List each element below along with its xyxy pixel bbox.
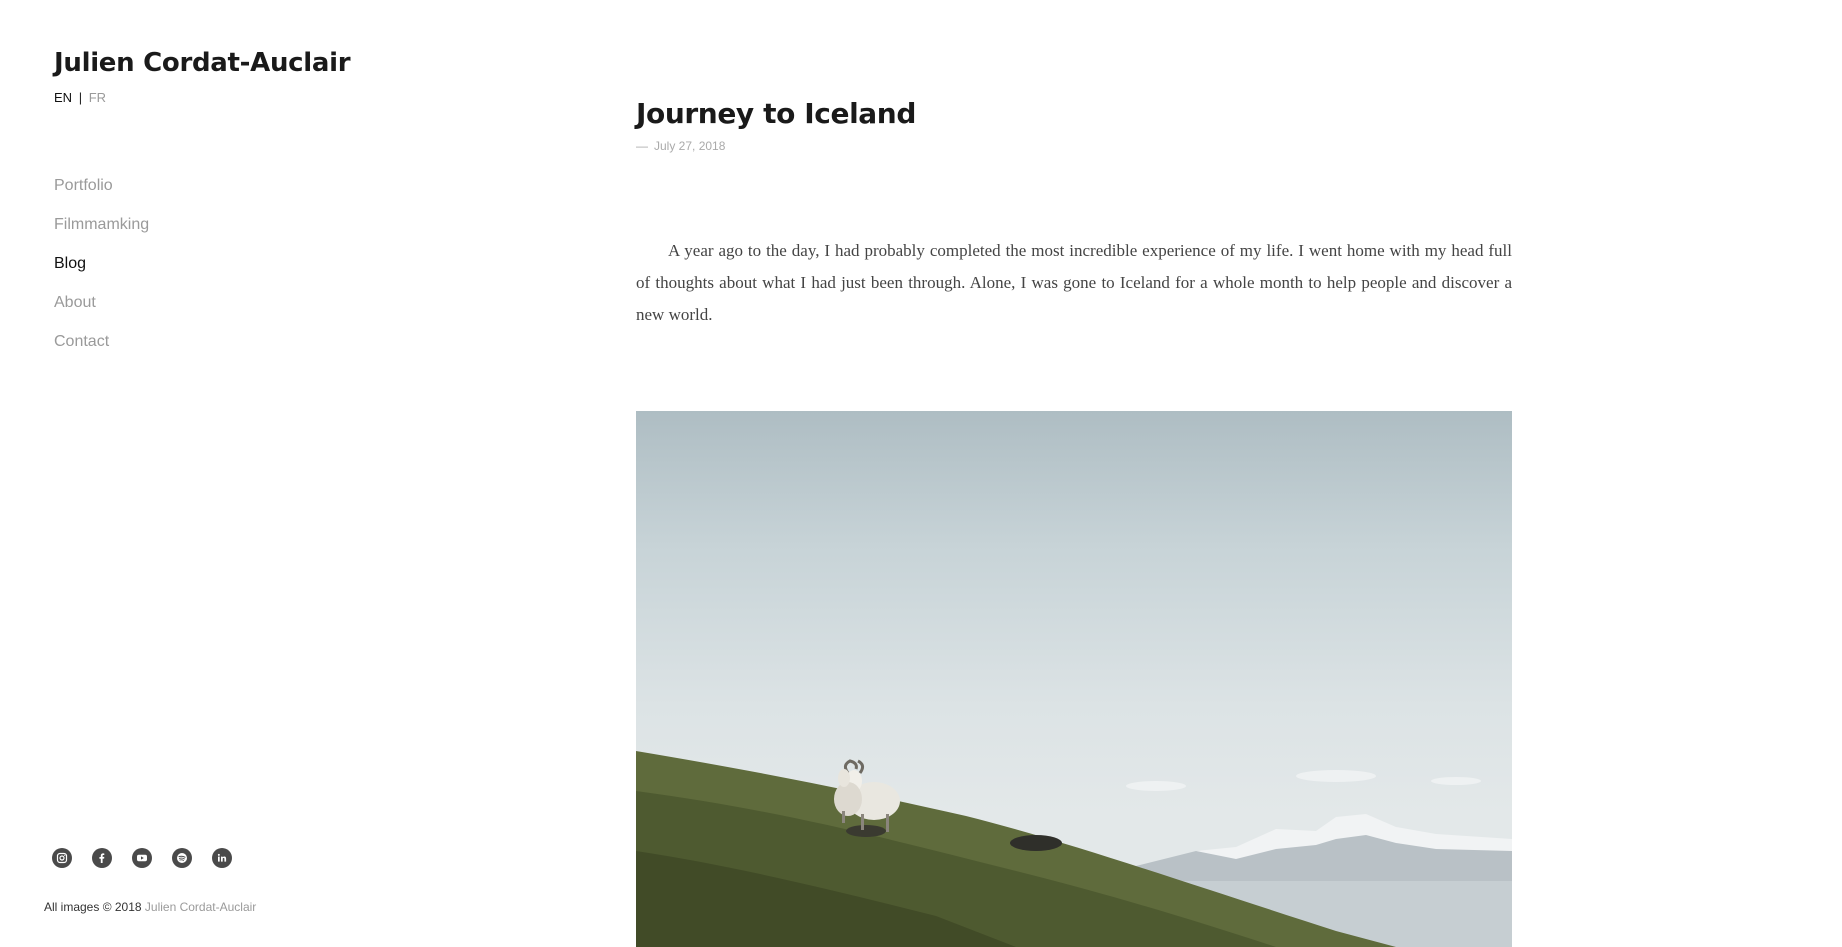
copyright-author-link[interactable]: Julien Cordat-Auclair xyxy=(145,900,256,914)
social-links xyxy=(52,848,232,868)
instagram-icon[interactable] xyxy=(52,848,72,868)
nav-item-portfolio[interactable]: Portfolio xyxy=(54,175,149,214)
nav-item-blog[interactable]: Blog xyxy=(54,253,149,292)
copyright-notice: All images © 2018 Julien Cordat-Auclair xyxy=(44,900,256,914)
nav-item-about[interactable]: About xyxy=(54,292,149,331)
language-en-link[interactable]: EN xyxy=(54,90,72,105)
facebook-icon[interactable] xyxy=(92,848,112,868)
nav-item-contact[interactable]: Contact xyxy=(54,331,149,370)
sidebar: Julien Cordat-Auclair EN | FR Portfolio … xyxy=(0,0,420,947)
main-nav: Portfolio Filmmamking Blog About Contact xyxy=(54,175,149,370)
language-switcher: EN | FR xyxy=(54,90,106,105)
post-paragraph: A year ago to the day, I had probably co… xyxy=(636,241,1512,324)
post-date-text: July 27, 2018 xyxy=(654,139,726,153)
post-content: Journey to Iceland — July 27, 2018 A year… xyxy=(636,0,1516,947)
copyright-prefix: All images © 2018 xyxy=(44,900,142,914)
language-separator: | xyxy=(78,90,83,105)
post-date-dash: — xyxy=(636,139,648,153)
post-date: — July 27, 2018 xyxy=(636,139,725,153)
site-title[interactable]: Julien Cordat-Auclair xyxy=(54,48,351,78)
post-title: Journey to Iceland xyxy=(636,97,916,130)
nav-item-filmmaking[interactable]: Filmmamking xyxy=(54,214,149,253)
youtube-icon[interactable] xyxy=(132,848,152,868)
post-image-iceland-sheep xyxy=(636,411,1512,947)
linkedin-icon[interactable] xyxy=(212,848,232,868)
language-fr-link[interactable]: FR xyxy=(89,90,106,105)
spotify-icon[interactable] xyxy=(172,848,192,868)
